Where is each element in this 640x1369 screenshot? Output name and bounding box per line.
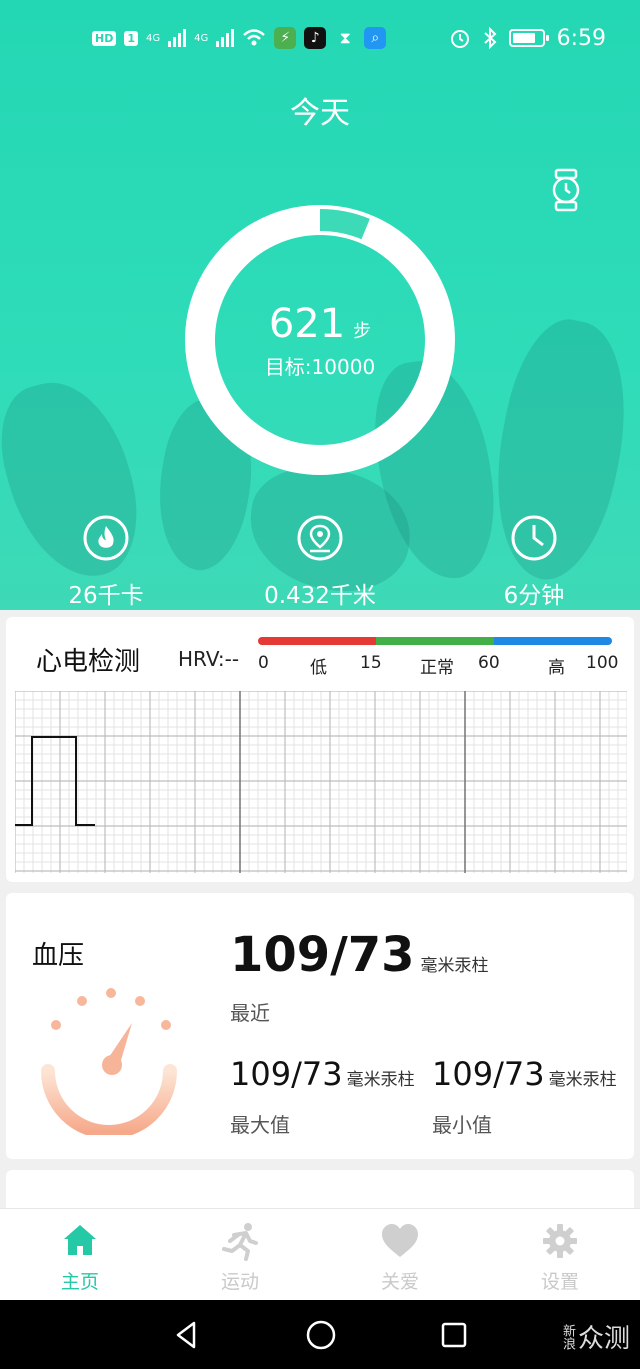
scale-label: 60 [478, 653, 500, 673]
tab-care[interactable]: 关爱 [320, 1209, 480, 1300]
location-pin-icon [297, 515, 343, 561]
hrv-scale-normal-segment [376, 637, 494, 645]
step-progress-ring[interactable]: 621 步 目标:10000 [183, 203, 457, 477]
network-label: 4G [146, 32, 161, 44]
hourglass-icon: ⧗ [339, 28, 351, 47]
page-title: 今天 [290, 96, 350, 131]
bottom-tab-bar: 主页 运动 关爱 设置 [0, 1208, 640, 1300]
scale-label: 15 [360, 653, 382, 673]
duration-value: 6分钟 [503, 583, 565, 609]
tab-home[interactable]: 主页 [0, 1209, 160, 1300]
network-label: 4G [194, 32, 209, 44]
running-icon [222, 1223, 258, 1261]
ecg-graph [15, 691, 627, 873]
clock-time: 6:59 [556, 25, 606, 51]
ecg-card[interactable]: 心电检测 HRV:-- 0 低 15 正常 60 高 100 [6, 617, 634, 882]
distance-stat[interactable]: 0.432千米 [220, 514, 420, 610]
tab-sport-label: 运动 [220, 1271, 259, 1293]
bp-max-label: 最大值 [230, 1113, 290, 1137]
bp-min-label: 最小值 [432, 1113, 492, 1137]
scale-label: 100 [586, 653, 619, 673]
watermark-small: 新浪 [559, 1323, 575, 1350]
bp-max-value: 109/73 [230, 1055, 343, 1093]
flame-icon [83, 515, 129, 561]
alarm-icon [450, 30, 469, 48]
search-app-icon: ⌕ [364, 27, 387, 49]
gauge-icon [41, 988, 177, 1135]
sim-badge: 1 [124, 30, 138, 46]
scale-label: 低 [310, 658, 327, 678]
hrv-scale: 0 低 15 正常 60 高 100 [258, 637, 618, 678]
tab-settings[interactable]: 设置 [480, 1209, 640, 1300]
wifi-icon [243, 29, 266, 46]
signal-icon [216, 29, 235, 47]
bluetooth-icon [483, 27, 497, 49]
bp-min-value: 109/73 [432, 1055, 545, 1093]
step-count: 621 [268, 300, 346, 347]
bp-title: 血压 [32, 941, 85, 971]
hrv-scale-high-segment [494, 637, 612, 645]
bp-unit: 毫米汞柱 [420, 956, 489, 976]
step-goal: 目标:10000 [264, 354, 376, 379]
gear-icon [543, 1224, 577, 1258]
tiktok-icon: ♪ [304, 27, 327, 49]
step-unit: 步 [353, 320, 372, 342]
recents-icon[interactable] [440, 1321, 468, 1349]
hrv-value: HRV:-- [178, 647, 240, 671]
app-notification-icon: ⚡ [274, 27, 297, 49]
bp-recent-value: 109/73 [230, 927, 415, 983]
bp-unit: 毫米汞柱 [346, 1070, 415, 1090]
clock-icon [511, 515, 557, 561]
system-navigation-bar [0, 1300, 640, 1369]
home-circle-icon[interactable] [305, 1319, 337, 1351]
duration-stat[interactable]: 6分钟 [434, 514, 634, 610]
signal-icon [168, 29, 187, 47]
tab-care-label: 关爱 [380, 1271, 419, 1293]
calories-value: 26千卡 [68, 583, 144, 609]
blood-pressure-card[interactable]: 血压 109/73 毫米汞柱 最近 109/73 毫米汞柱 最大值 109/73… [6, 893, 634, 1159]
scale-label: 正常 [420, 658, 454, 678]
hrv-scale-low-segment [258, 637, 376, 645]
back-icon[interactable] [172, 1320, 202, 1350]
bp-recent-label: 最近 [230, 1001, 270, 1025]
ecg-title: 心电检测 [36, 647, 141, 677]
hrv-scale-bar [258, 637, 612, 645]
tab-settings-label: 设置 [540, 1271, 579, 1293]
heart-icon [382, 1224, 418, 1257]
calories-stat[interactable]: 26千卡 [6, 514, 206, 610]
status-bar: HD 1 4G 4G ⚡ ♪ ⧗ ⌕ 6:59 [0, 0, 640, 76]
battery-icon [508, 29, 549, 47]
watermark-big: 众测 [577, 1324, 630, 1354]
hd-badge: HD [92, 30, 117, 46]
scale-label: 高 [548, 658, 565, 678]
scale-label: 0 [258, 653, 269, 673]
home-icon [64, 1225, 96, 1255]
watch-icon[interactable] [548, 168, 584, 212]
bp-unit: 毫米汞柱 [548, 1070, 617, 1090]
watermark-logo: 新浪 众测 [560, 1318, 630, 1355]
hero-panel: HD 1 4G 4G ⚡ ♪ ⧗ ⌕ 6:59 今天 621 步 目标:1000… [0, 0, 640, 610]
distance-value: 0.432千米 [264, 583, 376, 609]
tab-sport[interactable]: 运动 [160, 1209, 320, 1300]
tab-home-label: 主页 [60, 1271, 99, 1293]
